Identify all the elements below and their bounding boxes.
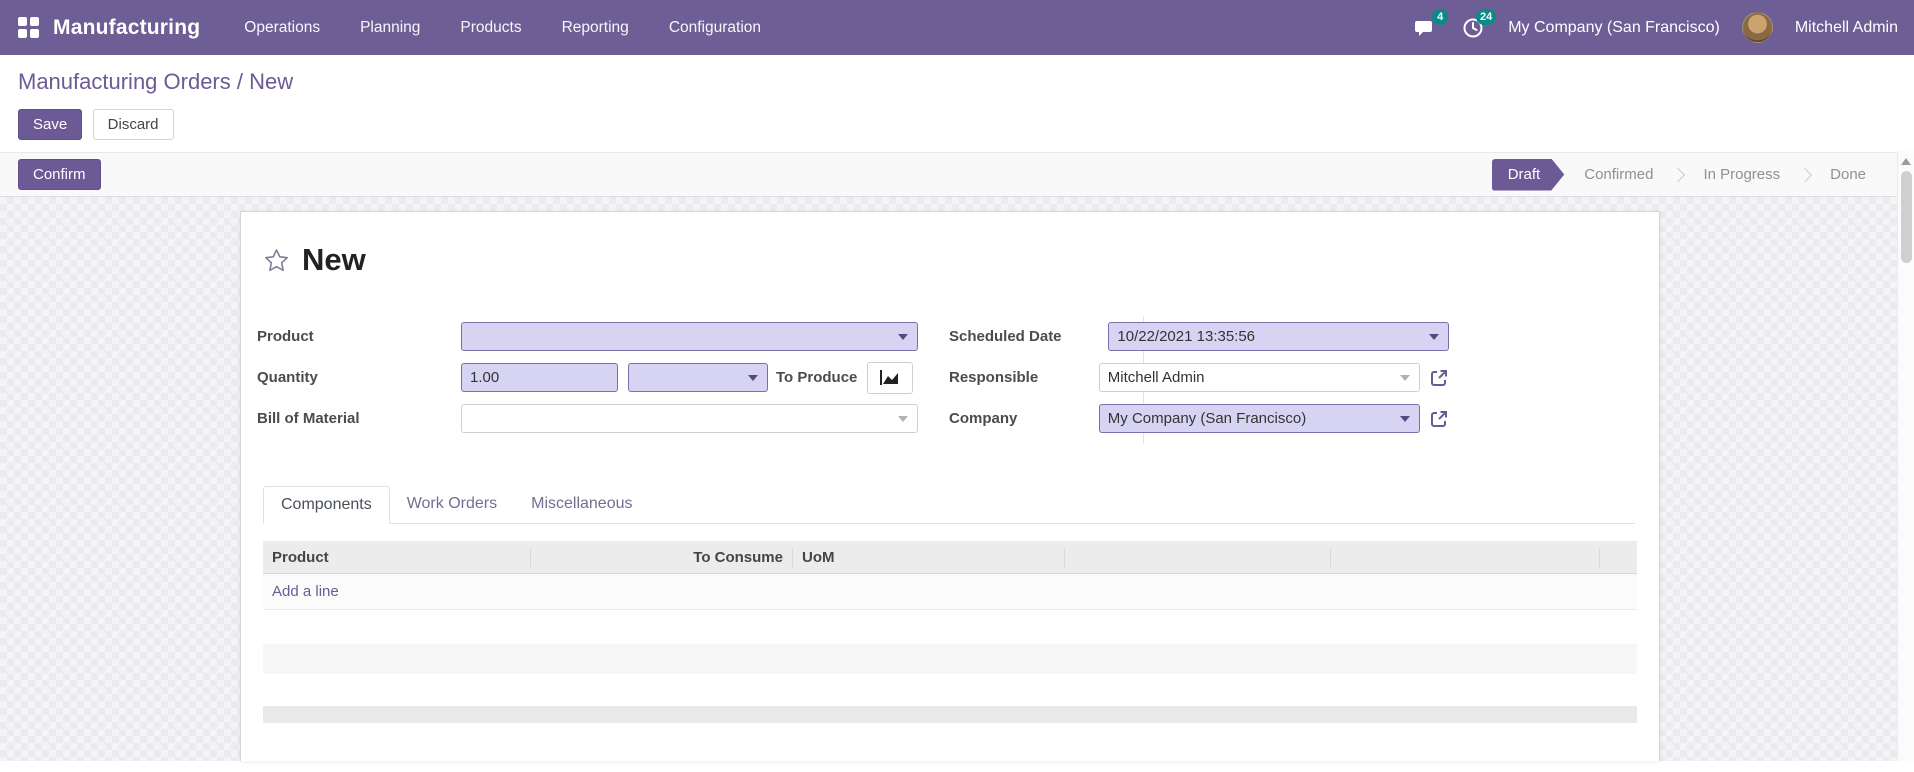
status-step-done[interactable]: Done [1812, 159, 1884, 191]
menu-configuration[interactable]: Configuration [669, 19, 761, 37]
form-fields: Product Quantity 1.00 To Produce Bill of… [241, 316, 1659, 445]
chevron-down-icon[interactable] [1429, 334, 1439, 340]
breadcrumb-current: New [249, 69, 294, 94]
forecast-graph-button[interactable] [867, 361, 914, 394]
chevron-down-icon[interactable] [1400, 375, 1410, 381]
confirm-button[interactable]: Confirm [18, 159, 101, 190]
menu-reporting[interactable]: Reporting [562, 19, 629, 37]
app-name[interactable]: Manufacturing [53, 16, 200, 40]
company-switcher[interactable]: My Company (San Francisco) [1508, 19, 1720, 37]
chevron-down-icon[interactable] [898, 334, 908, 340]
responsible-external-link-icon[interactable] [1429, 368, 1449, 388]
horizontal-bar [263, 706, 1637, 723]
chevron-right-icon [1798, 167, 1813, 182]
navbar-right: 4 24 My Company (San Francisco) Mitchell… [1412, 8, 1898, 43]
save-button[interactable]: Save [18, 109, 83, 140]
title-row: New [263, 242, 1659, 278]
column-header-uom[interactable]: UoM [793, 547, 1065, 567]
messages-badge: 4 [1432, 8, 1449, 25]
status-step-confirmed[interactable]: Confirmed [1566, 159, 1671, 191]
to-produce-label: To Produce [776, 369, 858, 386]
scrollbar-thumb[interactable] [1900, 171, 1912, 263]
column-header-product[interactable]: Product [263, 547, 531, 567]
components-table-header: Product To Consume UoM [263, 541, 1637, 574]
status-step-in-progress[interactable]: In Progress [1685, 159, 1798, 191]
chevron-down-icon[interactable] [1400, 416, 1410, 422]
add-a-line-link[interactable]: Add a line [272, 583, 339, 600]
tab-work-orders[interactable]: Work Orders [390, 486, 514, 523]
top-navbar: Manufacturing Operations Planning Produc… [0, 0, 1914, 55]
add-line-row: Add a line [263, 574, 1637, 610]
product-label: Product [257, 328, 314, 345]
column-header-empty [1065, 547, 1331, 567]
activities-badge: 24 [1475, 8, 1497, 25]
product-field[interactable] [461, 322, 918, 351]
breadcrumb-separator: / [230, 69, 250, 94]
messages-button[interactable]: 4 [1412, 8, 1449, 41]
form-sheet: New Product Quantity 1.00 To Produce Bil… [240, 211, 1660, 761]
uom-field[interactable] [628, 363, 768, 392]
tab-components[interactable]: Components [263, 486, 390, 524]
menu-planning[interactable]: Planning [360, 19, 420, 37]
favorite-star-icon[interactable] [263, 247, 290, 274]
breadcrumb: Manufacturing Orders / New [18, 69, 1914, 95]
user-menu[interactable]: Mitchell Admin [1795, 19, 1898, 37]
bill-of-material-field[interactable] [461, 404, 918, 433]
avatar[interactable] [1741, 12, 1773, 43]
menu-operations[interactable]: Operations [244, 19, 320, 37]
company-field[interactable]: My Company (San Francisco) [1098, 404, 1420, 433]
quantity-input[interactable]: 1.00 [461, 363, 618, 392]
main-menu: Operations Planning Products Reporting C… [244, 19, 761, 37]
company-external-link-icon[interactable] [1429, 409, 1449, 429]
control-panel: Manufacturing Orders / New Save Discard [0, 55, 1914, 152]
tab-miscellaneous[interactable]: Miscellaneous [514, 486, 649, 523]
apps-grid-icon[interactable] [18, 17, 39, 38]
notebook-tabs: Components Work Orders Miscellaneous [263, 486, 1635, 524]
area-chart-icon [880, 369, 899, 385]
responsible-field[interactable]: Mitchell Admin [1098, 363, 1420, 392]
form-action-buttons: Save Discard [18, 109, 1914, 140]
navbar-left: Manufacturing Operations Planning Produc… [18, 16, 761, 40]
column-header-empty [1331, 547, 1600, 567]
chevron-right-icon [1671, 167, 1686, 182]
column-header-empty [1600, 548, 1637, 567]
statusbar: Draft Confirmed In Progress Done [1492, 159, 1884, 191]
quantity-label: Quantity [257, 369, 318, 386]
discard-button[interactable]: Discard [92, 109, 174, 140]
scheduled-date-label: Scheduled Date [949, 328, 1062, 345]
menu-products[interactable]: Products [460, 19, 521, 37]
right-field-group: Scheduled Date 10/22/2021 13:35:56 Respo… [949, 322, 1449, 445]
vertical-scrollbar[interactable] [1897, 151, 1914, 761]
activities-button[interactable]: 24 [1460, 8, 1497, 41]
scheduled-date-field[interactable]: 10/22/2021 13:35:56 [1108, 322, 1449, 351]
chevron-down-icon[interactable] [748, 375, 758, 381]
statusbar-row: Confirm Draft Confirmed In Progress Done [0, 152, 1914, 197]
components-table: Product To Consume UoM Add a line [263, 541, 1637, 610]
responsible-label: Responsible [949, 369, 1039, 386]
content-area: New Product Quantity 1.00 To Produce Bil… [0, 151, 1914, 761]
column-header-to-consume[interactable]: To Consume [531, 547, 793, 567]
record-title: New [302, 242, 366, 277]
chevron-down-icon[interactable] [898, 416, 908, 422]
breadcrumb-link-manufacturing-orders[interactable]: Manufacturing Orders [18, 69, 231, 94]
scroll-up-icon[interactable] [1901, 158, 1911, 165]
bill-of-material-label: Bill of Material [257, 410, 360, 427]
company-label: Company [949, 410, 1018, 427]
empty-row-stripe [263, 644, 1637, 674]
status-step-draft[interactable]: Draft [1492, 159, 1565, 191]
left-field-group: Product Quantity 1.00 To Produce Bill of… [257, 322, 918, 445]
